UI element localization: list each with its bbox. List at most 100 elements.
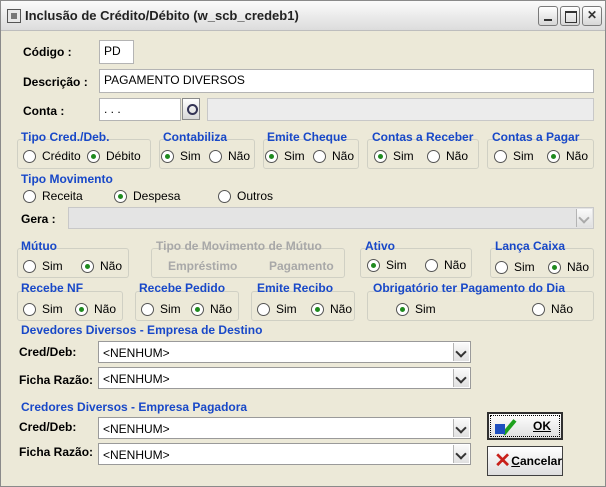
credores-cred-deb-label: Cred/Deb: — [19, 420, 77, 434]
radio-icon — [494, 149, 507, 163]
obrigatorio-pagamento-label: Obrigatório ter Pagamento do Dia — [373, 281, 566, 295]
radio-mutuo-nao[interactable]: Não — [81, 259, 122, 273]
radio-mutuo-sim[interactable]: Sim — [23, 259, 63, 273]
recebe-pedido-label: Recebe Pedido — [139, 281, 226, 295]
chevron-down-icon[interactable] — [453, 343, 469, 361]
radio-icon — [218, 189, 231, 203]
emite-cheque-label: Emite Cheque — [267, 130, 348, 144]
radio-icon — [265, 149, 278, 163]
radio-contabiliza-sim[interactable]: Sim — [161, 149, 201, 163]
credores-section-title: Credores Diversos - Empresa Pagadora — [21, 400, 248, 414]
radio-obrigatorio-nao[interactable]: Não — [532, 302, 573, 316]
conta-field[interactable]: . . . — [99, 98, 181, 121]
credores-ficha-razao-select[interactable]: <NENHUM> — [98, 443, 471, 465]
minimize-button[interactable] — [538, 6, 558, 26]
ativo-label: Ativo — [365, 239, 395, 253]
gera-label: Gera : — [21, 212, 56, 226]
radio-icon — [396, 302, 409, 316]
radio-icon — [81, 259, 94, 273]
emprestimo-button: Empréstimo — [168, 259, 238, 273]
radio-recebe-nf-nao[interactable]: Não — [75, 302, 116, 316]
radio-recebe-pedido-sim[interactable]: Sim — [141, 302, 181, 316]
dialog-window: Inclusão de Crédito/Débito (w_scb_credeb… — [0, 0, 606, 487]
contas-pagar-label: Contas a Pagar — [492, 130, 580, 144]
pagamento-button: Pagamento — [269, 259, 334, 273]
radio-icon — [313, 149, 326, 163]
radio-icon — [495, 260, 508, 274]
radio-recebe-pedido-nao[interactable]: Não — [191, 302, 232, 316]
radio-receita[interactable]: Receita — [23, 189, 83, 203]
gera-select — [68, 207, 594, 229]
radio-icon — [23, 149, 36, 163]
radio-icon — [23, 259, 36, 273]
devedores-cred-deb-select[interactable]: <NENHUM> — [98, 341, 471, 363]
tipo-movimento-label: Tipo Movimento — [21, 172, 113, 186]
credores-ficha-razao-label: Ficha Razão: — [19, 445, 94, 459]
descricao-field[interactable]: PAGAMENTO DIVERSOS — [99, 69, 594, 93]
radio-despesa[interactable]: Despesa — [114, 189, 180, 203]
radio-lanca-caixa-sim[interactable]: Sim — [495, 260, 535, 274]
descricao-label: Descrição : — [23, 75, 88, 89]
conta-lookup-icon[interactable] — [182, 98, 200, 120]
tipo-mov-mutuo-label: Tipo de Movimento de Mútuo — [156, 239, 322, 253]
radio-icon — [75, 302, 88, 316]
radio-credito[interactable]: Crédito — [23, 149, 81, 163]
chevron-down-icon — [576, 209, 592, 227]
recebe-nf-label: Recebe NF — [21, 281, 84, 295]
radio-contas-pagar-nao[interactable]: Não — [547, 149, 588, 163]
radio-icon — [23, 189, 36, 203]
chevron-down-icon[interactable] — [453, 419, 469, 437]
radio-obrigatorio-sim[interactable]: Sim — [396, 302, 436, 316]
radio-icon — [141, 302, 154, 316]
radio-recebe-nf-sim[interactable]: Sim — [23, 302, 63, 316]
codigo-label: Código : — [23, 45, 72, 59]
contabiliza-label: Contabiliza — [163, 130, 228, 144]
chevron-down-icon[interactable] — [453, 369, 469, 387]
radio-icon — [257, 302, 270, 316]
close-icon: ✕ — [494, 450, 512, 472]
radio-icon — [367, 258, 380, 272]
radio-contas-receber-nao[interactable]: Não — [427, 149, 468, 163]
radio-contas-pagar-sim[interactable]: Sim — [494, 149, 534, 163]
chevron-down-icon[interactable] — [453, 445, 469, 463]
ok-button[interactable]: OK — [487, 412, 563, 440]
radio-emite-cheque-sim[interactable]: Sim — [265, 149, 305, 163]
radio-icon — [209, 149, 222, 163]
radio-icon — [191, 302, 204, 316]
tipo-cred-deb-label: Tipo Cred./Deb. — [21, 130, 110, 144]
radio-icon — [374, 149, 387, 163]
radio-contas-receber-sim[interactable]: Sim — [374, 149, 414, 163]
radio-icon — [311, 302, 324, 316]
radio-lanca-caixa-nao[interactable]: Não — [548, 260, 589, 274]
radio-icon — [547, 149, 560, 163]
radio-ativo-sim[interactable]: Sim — [367, 258, 407, 272]
radio-contabiliza-nao[interactable]: Não — [209, 149, 250, 163]
window-app-icon[interactable] — [7, 9, 21, 23]
emite-recibo-label: Emite Recibo — [257, 281, 334, 295]
check-icon — [495, 416, 515, 436]
devedores-section-title: Devedores Diversos - Empresa de Destino — [21, 323, 263, 337]
title-bar[interactable]: Inclusão de Crédito/Débito (w_scb_credeb… — [1, 1, 605, 31]
cancel-button[interactable]: ✕ Cancelar — [487, 446, 563, 476]
conta-label: Conta : — [23, 104, 65, 118]
radio-debito[interactable]: Débito — [87, 149, 141, 163]
radio-ativo-nao[interactable]: Não — [425, 258, 466, 272]
radio-icon — [161, 149, 174, 163]
radio-icon — [548, 260, 561, 274]
devedores-ficha-razao-label: Ficha Razão: — [19, 373, 94, 387]
close-button[interactable]: ✕ — [582, 6, 602, 26]
window-title: Inclusão de Crédito/Débito (w_scb_credeb… — [25, 8, 299, 23]
radio-icon — [425, 258, 438, 272]
radio-emite-cheque-nao[interactable]: Não — [313, 149, 354, 163]
radio-icon — [87, 149, 100, 163]
codigo-field[interactable]: PD — [99, 40, 134, 64]
devedores-ficha-razao-select[interactable]: <NENHUM> — [98, 367, 471, 389]
maximize-button[interactable] — [560, 6, 580, 26]
radio-emite-recibo-sim[interactable]: Sim — [257, 302, 297, 316]
credores-cred-deb-select[interactable]: <NENHUM> — [98, 417, 471, 439]
radio-outros[interactable]: Outros — [218, 189, 273, 203]
radio-emite-recibo-nao[interactable]: Não — [311, 302, 352, 316]
devedores-cred-deb-label: Cred/Deb: — [19, 345, 77, 359]
lanca-caixa-label: Lança Caixa — [495, 239, 566, 253]
radio-icon — [427, 149, 440, 163]
